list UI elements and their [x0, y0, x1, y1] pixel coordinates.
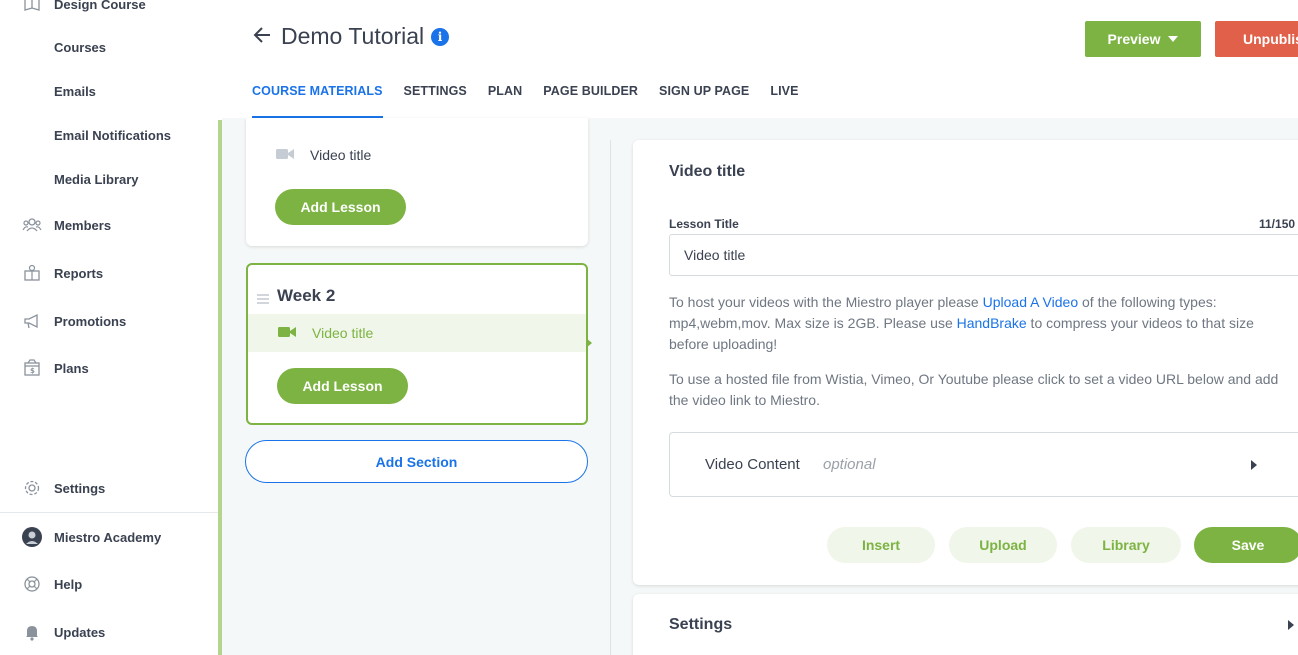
sidebar-item-label: Media Library [54, 171, 139, 187]
sidebar-item-members[interactable]: Members [0, 205, 218, 245]
sidebar-item-label: Courses [54, 39, 107, 55]
caret-right-icon [1288, 620, 1294, 630]
back-arrow-icon[interactable] [252, 24, 274, 46]
sidebar-item-plans[interactable]: $ Plans [0, 348, 218, 388]
section-card: Video title Add Lesson [246, 118, 588, 246]
preview-button[interactable]: Preview [1085, 21, 1201, 57]
sidebar-item-emails[interactable]: Emails [0, 71, 218, 111]
save-button[interactable]: Save [1194, 527, 1298, 563]
caret-right-icon [1251, 460, 1257, 470]
lesson-editor-panel: Video title Lesson Title 11/150 To host … [633, 140, 1298, 585]
svg-text:$: $ [30, 367, 35, 375]
main-content: Demo Tutorial i Preview Unpublish COURSE… [222, 0, 1298, 655]
unpublish-button[interactable]: Unpublish [1215, 21, 1298, 57]
plans-icon: $ [22, 358, 42, 378]
tabs: COURSE MATERIALS SETTINGS PLAN PAGE BUIL… [252, 84, 820, 118]
sidebar-item-updates[interactable]: Updates [0, 612, 218, 652]
section-card-active: Week 2 Video title Add Lesson [246, 263, 588, 425]
video-camera-icon [276, 147, 294, 163]
optional-label: optional [823, 456, 876, 473]
drag-handle-icon[interactable] [257, 291, 269, 304]
megaphone-icon [22, 311, 42, 331]
tab-live[interactable]: LIVE [770, 84, 798, 118]
sidebar-item-label: Design Course [54, 0, 146, 12]
account-name: Miestro Academy [54, 529, 162, 545]
sidebar: Design Course Courses Emails Email Notif… [0, 0, 222, 655]
sidebar-account[interactable]: Miestro Academy [0, 517, 218, 557]
sidebar-item-label: Reports [54, 265, 104, 281]
page-header: Demo Tutorial i Preview Unpublish COURSE… [222, 0, 1298, 118]
sidebar-item-reports[interactable]: Reports [0, 253, 218, 293]
sidebar-item-promotions[interactable]: Promotions [0, 301, 218, 341]
book-icon [22, 0, 42, 14]
video-camera-icon [278, 325, 296, 341]
lesson-title: Video title [310, 147, 372, 163]
caret-down-icon [1168, 36, 1179, 42]
lesson-title-label: Lesson Title [669, 217, 739, 231]
sidebar-item-label: Members [54, 217, 112, 233]
add-section-button[interactable]: Add Section [245, 440, 588, 483]
lifebuoy-icon [22, 574, 42, 594]
help-text-part: To host your videos with the Miestro pla… [669, 294, 983, 310]
avatar [22, 527, 42, 547]
gear-icon [22, 478, 42, 498]
upload-video-link[interactable]: Upload A Video [983, 294, 1079, 310]
members-icon [22, 215, 42, 235]
lesson-item[interactable]: Video title [246, 136, 588, 174]
tab-plan[interactable]: PLAN [488, 84, 522, 118]
video-content-toggle[interactable]: Video Content optional [669, 432, 1298, 497]
active-lesson-pointer [586, 338, 592, 348]
sidebar-item-label: Updates [54, 624, 106, 640]
sidebar-item-label: Settings [54, 480, 106, 496]
video-content-label: Video Content [705, 456, 800, 473]
column-divider [610, 140, 611, 655]
sidebar-item-label: Help [54, 576, 83, 592]
settings-panel[interactable]: Settings [633, 594, 1298, 655]
add-lesson-button[interactable]: Add Lesson [275, 189, 406, 225]
reports-icon [22, 263, 42, 283]
add-lesson-button[interactable]: Add Lesson [277, 368, 408, 404]
page-title: Demo Tutorial [281, 23, 425, 49]
sidebar-item-media-library[interactable]: Media Library [0, 159, 218, 199]
lesson-title: Video title [312, 325, 374, 341]
preview-button-label: Preview [1107, 31, 1161, 47]
sidebar-item-label: Email Notifications [54, 127, 172, 143]
tab-page-builder[interactable]: PAGE BUILDER [543, 84, 638, 118]
handbrake-link[interactable]: HandBrake [957, 315, 1027, 331]
upload-button[interactable]: Upload [949, 527, 1057, 563]
lesson-item-active[interactable]: Video title [248, 314, 586, 352]
sidebar-item-courses[interactable]: Courses [0, 27, 218, 67]
bell-icon [22, 622, 42, 642]
editor-title: Video title [669, 163, 746, 180]
library-button[interactable]: Library [1071, 527, 1181, 563]
tab-settings[interactable]: SETTINGS [404, 84, 467, 118]
sidebar-item-label: Promotions [54, 313, 127, 329]
sidebar-item-email-notifications[interactable]: Email Notifications [0, 115, 218, 155]
sidebar-item-label: Emails [54, 83, 96, 99]
sidebar-item-settings[interactable]: Settings [0, 468, 218, 508]
section-title[interactable]: Week 2 [277, 286, 335, 306]
char-count: 11/150 [1259, 217, 1296, 231]
sidebar-item-label: Plans [54, 360, 89, 376]
sidebar-divider [0, 512, 218, 513]
tab-sign-up-page[interactable]: SIGN UP PAGE [659, 84, 749, 118]
insert-button[interactable]: Insert [827, 527, 935, 563]
settings-panel-title: Settings [669, 616, 733, 633]
sidebar-item-design-course[interactable]: Design Course [0, 0, 218, 24]
lesson-title-input[interactable] [669, 234, 1298, 276]
sidebar-item-help[interactable]: Help [0, 564, 218, 604]
tab-course-materials[interactable]: COURSE MATERIALS [252, 84, 383, 118]
info-icon[interactable]: i [431, 28, 449, 46]
hosted-file-help-text: To use a hosted file from Wistia, Vimeo,… [669, 371, 1279, 408]
upload-help-text: To host your videos with the Miestro pla… [669, 292, 1289, 355]
